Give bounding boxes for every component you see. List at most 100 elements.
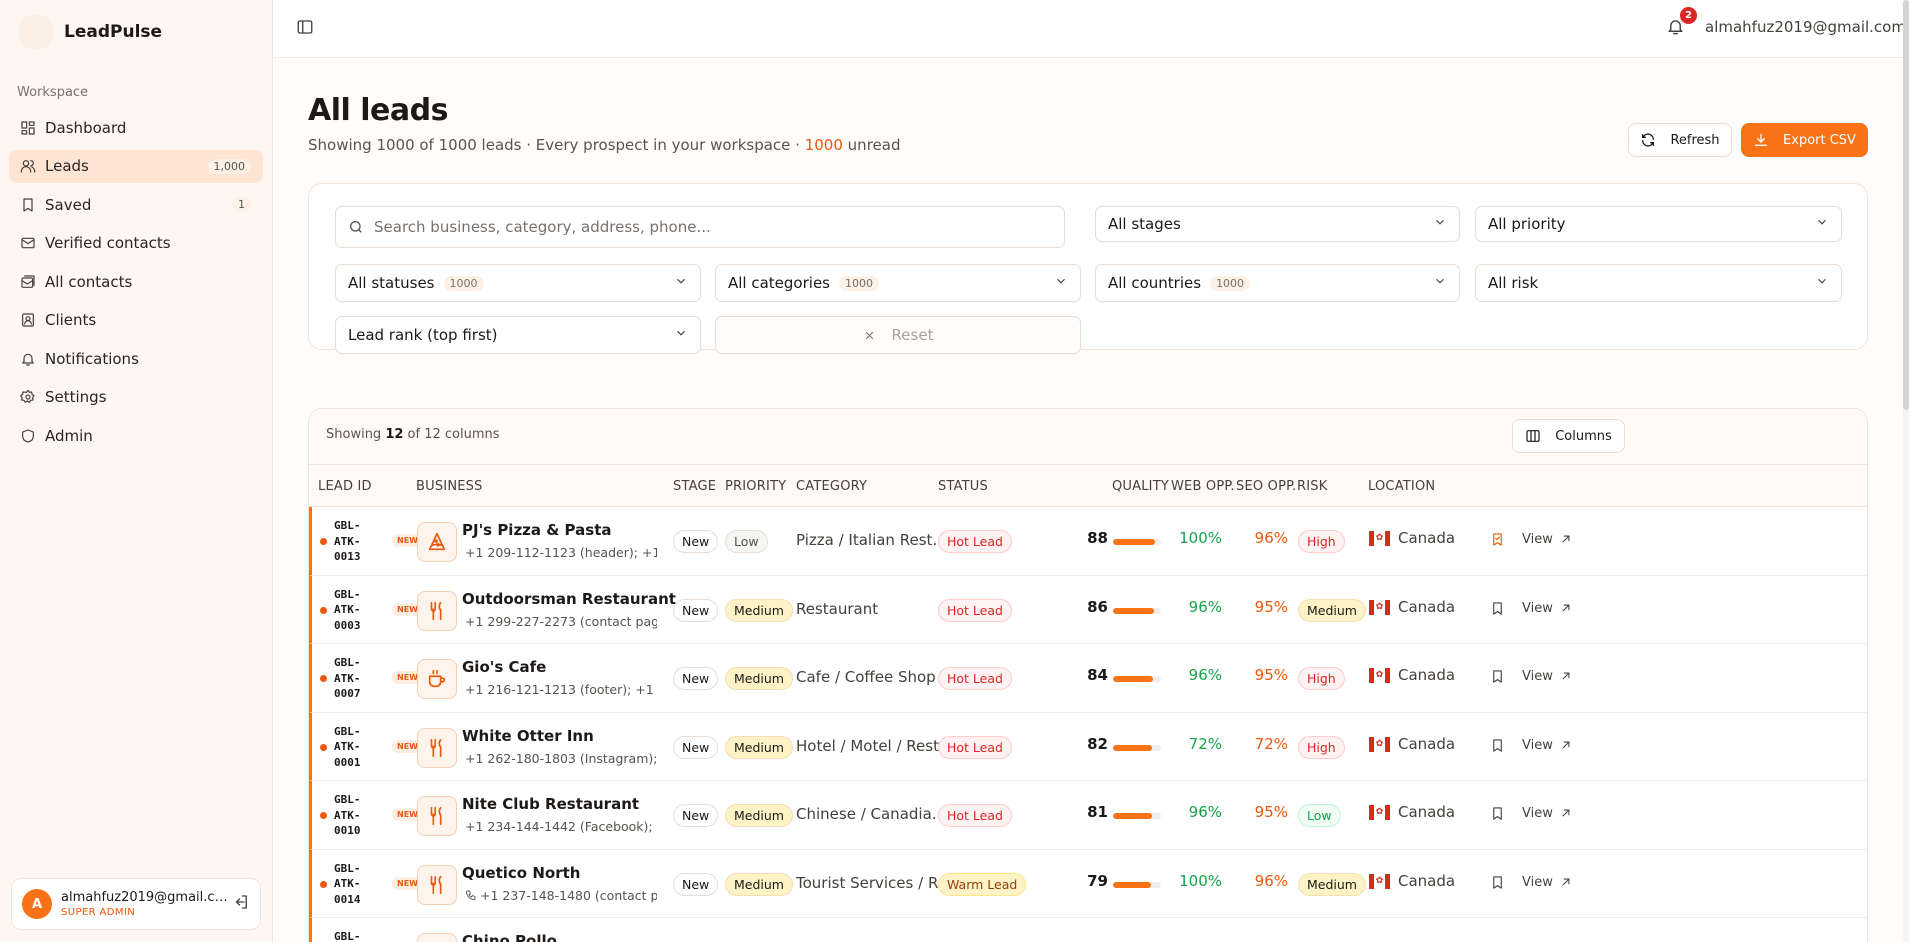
web-opportunity: 96% — [1188, 666, 1222, 684]
status-badge: Hot Lead — [938, 735, 1012, 759]
sidebar-item-label: Settings — [45, 388, 107, 406]
view-link[interactable]: View — [1522, 601, 1553, 616]
external-link-icon[interactable] — [1559, 601, 1573, 619]
bookmark-icon[interactable] — [1490, 806, 1505, 825]
seo-opportunity: 95% — [1254, 666, 1288, 684]
bookmark-icon[interactable] — [1490, 601, 1505, 620]
columns-button[interactable]: Columns — [1512, 419, 1625, 453]
chevron-down-icon — [674, 326, 688, 344]
business-name[interactable]: Chino Pollo — [462, 932, 557, 942]
status-badge: Warm Lead — [938, 872, 1027, 896]
sidebar-item-verified-contacts[interactable]: Verified contacts — [9, 227, 263, 260]
sort-select[interactable]: Lead rank (top first) — [335, 316, 701, 354]
bookmark-icon[interactable] — [1490, 532, 1505, 551]
quality-bar-fill — [1113, 881, 1151, 888]
business-name[interactable]: Gio's Cafe — [462, 658, 546, 676]
business-name[interactable]: Quetico North — [462, 864, 580, 882]
status-select[interactable]: All statuses 1000 — [335, 264, 701, 302]
col-category[interactable]: CATEGORY — [796, 479, 867, 494]
brand-logo — [18, 14, 54, 50]
sidebar-toggle-icon[interactable] — [296, 18, 314, 40]
col-seo-opp[interactable]: SEO OPP. — [1236, 479, 1296, 494]
col-web-opp[interactable]: WEB OPP. — [1171, 479, 1235, 494]
shield-icon — [19, 427, 37, 445]
priority-select[interactable]: All priority — [1475, 206, 1842, 242]
business-name[interactable]: Outdoorsman Restaurant — [462, 590, 676, 608]
quality-bar — [1113, 539, 1161, 545]
seo-opportunity: 95% — [1254, 803, 1288, 821]
external-link-icon[interactable] — [1559, 738, 1573, 756]
sidebar-item-dashboard[interactable]: Dashboard — [9, 111, 263, 144]
refresh-button[interactable]: Refresh — [1628, 123, 1732, 157]
table-row[interactable]: GBL- ATK- 0010 NEW Nite Club Restaurant +1 23… — [309, 781, 1867, 850]
sidebar-item-saved[interactable]: Saved 1 — [9, 188, 263, 221]
bookmark-icon[interactable] — [1490, 738, 1505, 757]
view-link[interactable]: View — [1522, 875, 1553, 890]
priority-badge: Medium — [725, 872, 793, 896]
country-select[interactable]: All countries 1000 — [1095, 264, 1460, 302]
export-label: Export CSV — [1783, 132, 1856, 148]
reset-button[interactable]: Reset — [715, 316, 1081, 354]
main-content: All leads Showing 1000 of 1000 leads · E… — [274, 59, 1909, 942]
brand[interactable]: LeadPulse — [18, 14, 162, 50]
table-row[interactable]: GBL- ATK- 0014 NEW Quetico North +1 237-148-1… — [309, 849, 1867, 918]
phone-icon — [465, 888, 480, 903]
external-link-icon[interactable] — [1559, 875, 1573, 893]
external-link-icon[interactable] — [1559, 806, 1573, 824]
table-row[interactable]: GBL- ATK- 0003 NEW Outdoorsman Restaurant +1 … — [309, 575, 1867, 644]
view-link[interactable]: View — [1522, 669, 1553, 684]
col-status[interactable]: STATUS — [938, 479, 988, 494]
sidebar-item-leads[interactable]: Leads 1,000 — [9, 149, 263, 183]
utensils-icon — [417, 864, 457, 905]
table-row[interactable]: GBL- Chino Pollo — [309, 918, 1867, 942]
quality-bar-fill — [1113, 539, 1156, 545]
contacts-icon — [19, 273, 37, 291]
col-location[interactable]: LOCATION — [1368, 479, 1435, 494]
sidebar-item-settings[interactable]: Settings — [9, 381, 263, 414]
business-name[interactable]: White Otter Inn — [462, 727, 594, 745]
view-link[interactable]: View — [1522, 806, 1553, 821]
status-select-value: All statuses — [348, 274, 435, 292]
table-row[interactable]: GBL- ATK- 0001 NEW White Otter Inn +1 262-180… — [309, 712, 1867, 781]
external-link-icon[interactable] — [1559, 669, 1573, 687]
col-priority[interactable]: PRIORITY — [725, 479, 786, 494]
business-name[interactable]: PJ's Pizza & Pasta — [462, 521, 612, 539]
sidebar-item-all-contacts[interactable]: All contacts — [9, 265, 263, 298]
page-scrollbar-thumb[interactable] — [1903, 0, 1909, 410]
col-quality[interactable]: QUALITY — [1112, 479, 1169, 494]
quality-bar — [1113, 744, 1161, 751]
sidebar-item-clients[interactable]: Clients — [9, 304, 263, 337]
bookmark-icon[interactable] — [1490, 875, 1505, 894]
unread-count: 1000 — [804, 136, 843, 154]
quality-bar-fill — [1113, 813, 1152, 819]
bookmark-icon[interactable] — [1490, 669, 1505, 688]
logout-icon[interactable] — [232, 893, 250, 915]
col-risk[interactable]: RISK — [1297, 479, 1327, 494]
account-email[interactable]: almahfuz2019@gmail.com — [1705, 18, 1906, 36]
search-input[interactable]: Search business, category, address, phon… — [335, 206, 1065, 248]
risk-select[interactable]: All risk — [1475, 264, 1842, 302]
user-card[interactable]: A almahfuz2019@gmail.com SUPER ADMIN — [11, 878, 261, 930]
business-name[interactable]: Nite Club Restaurant — [462, 795, 639, 813]
sidebar-item-notifications[interactable]: Notifications — [9, 342, 263, 375]
external-link-icon[interactable] — [1559, 532, 1573, 550]
table-row[interactable]: GBL- ATK- 0013 NEW PJ's Pizza & Pasta +1 209-… — [309, 507, 1867, 576]
quality-score: 86 — [1087, 597, 1108, 616]
table-row[interactable]: GBL- ATK- 0007 NEW Gio's Cafe +1 216-121-1213… — [309, 644, 1867, 713]
unread-dot — [320, 538, 327, 545]
canada-flag-icon: ✿ — [1369, 531, 1390, 546]
stage-select[interactable]: All stages — [1095, 206, 1460, 242]
col-lead-id[interactable]: LEAD ID — [318, 479, 372, 494]
workspace-label: Workspace — [17, 85, 89, 100]
risk-badge: Low — [1298, 804, 1341, 827]
sidebar-item-admin[interactable]: Admin — [9, 419, 263, 452]
col-business[interactable]: BUSINESS — [416, 479, 483, 494]
phone-text: +1 262-180-1803 (Instagram); +1 309-2 — [465, 750, 657, 766]
category-select[interactable]: All categories 1000 — [715, 264, 1081, 302]
export-csv-button[interactable]: Export CSV — [1741, 123, 1868, 157]
view-link[interactable]: View — [1522, 532, 1553, 547]
view-link[interactable]: View — [1522, 738, 1553, 753]
coffee-icon — [417, 659, 457, 699]
risk-badge: High — [1298, 667, 1345, 690]
col-stage[interactable]: STAGE — [673, 479, 716, 494]
